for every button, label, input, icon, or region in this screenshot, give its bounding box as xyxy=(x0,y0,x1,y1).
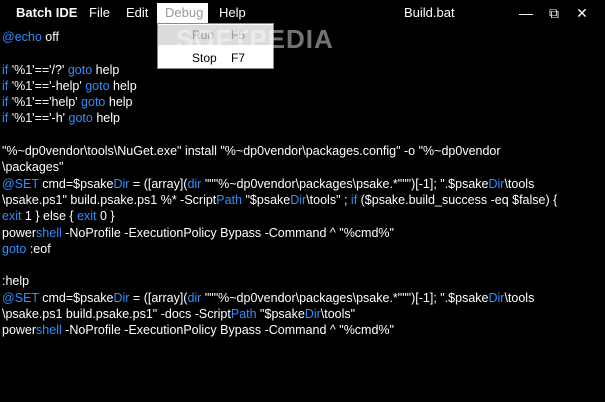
code-line: "%~dp0vendor\tools\NuGet.exe" install "%… xyxy=(2,143,602,159)
code-token: off xyxy=(41,30,59,44)
menu-item-stop[interactable]: Stop F7 xyxy=(158,48,273,68)
code-keyword: exit xyxy=(2,209,22,224)
code-token: 0 } xyxy=(96,209,115,224)
restore-icon: ⧉ xyxy=(549,5,559,21)
code-token: "%~dp0vendor\tools\NuGet.exe" install "%… xyxy=(2,144,501,159)
menu-debug[interactable]: Debug xyxy=(157,3,208,23)
code-line: @SET cmd=$psakeDir = ([array](dir """%~d… xyxy=(2,290,602,306)
menu-item-run-shortcut: F5 xyxy=(231,28,246,42)
code-line: if '%1'=='/?' goto help xyxy=(2,62,602,78)
code-line: \psake.ps1" build.psake.ps1 %* -ScriptPa… xyxy=(2,192,602,208)
code-line: if '%1'=='-help' goto help xyxy=(2,78,602,94)
code-keyword: goto xyxy=(81,95,106,110)
code-token: power xyxy=(2,225,37,240)
code-token: """%~dp0vendor\packages\psake.*""")[-1];… xyxy=(201,290,489,305)
code-keyword: Dir xyxy=(488,176,505,191)
code-keyword: goto xyxy=(68,111,93,126)
code-keyword: dir xyxy=(187,176,202,191)
code-keyword: shell xyxy=(36,225,62,240)
code-keyword: Dir xyxy=(290,192,307,207)
code-keyword: dir xyxy=(187,290,202,305)
code-token: help xyxy=(92,62,120,77)
code-line: goto :eof xyxy=(2,241,602,257)
code-token: -NoProfile -ExecutionPolicy Bypass -Comm… xyxy=(61,323,394,338)
code-token: \tools xyxy=(504,290,535,305)
code-token: power xyxy=(2,323,37,338)
code-token: '%1'=='-h' xyxy=(8,111,69,126)
code-token: \packages" xyxy=(2,160,64,175)
code-token: """%~dp0vendor\packages\psake.*""")[-1];… xyxy=(201,176,489,191)
code-token: \tools xyxy=(504,176,535,191)
code-keyword: shell xyxy=(36,323,62,338)
code-line: \packages" xyxy=(2,159,602,175)
menu-item-run-label: Run xyxy=(192,28,215,42)
code-token: \tools" ; xyxy=(306,192,351,207)
code-keyword: goto xyxy=(2,241,27,256)
code-keyword: Dir xyxy=(488,290,505,305)
code-keyword: Dir xyxy=(113,176,130,191)
code-token: help xyxy=(92,111,120,126)
code-line: if '%1'=='help' goto help xyxy=(2,94,602,110)
close-icon: ✕ xyxy=(576,5,588,21)
code-keyword: Path xyxy=(216,192,242,207)
menu-item-stop-label: Stop xyxy=(192,51,217,65)
code-keyword: exit xyxy=(77,209,97,224)
code-keyword: Dir xyxy=(304,307,321,322)
menu-item-stop-shortcut: F7 xyxy=(231,51,246,65)
app-name: Batch IDE xyxy=(16,5,78,20)
code-keyword: @SET xyxy=(2,290,39,305)
menu-file[interactable]: File xyxy=(89,5,110,20)
code-token: \psake.ps1 build.psake.ps1" -docs -Scrip… xyxy=(2,307,231,322)
code-token: help xyxy=(105,95,133,110)
code-token: "$psake xyxy=(242,192,291,207)
code-token: -NoProfile -ExecutionPolicy Bypass -Comm… xyxy=(61,225,394,240)
code-token: = ([array]( xyxy=(129,176,188,191)
menu-item-run[interactable]: Run F5 xyxy=(158,25,273,45)
code-line: powershell -NoProfile -ExecutionPolicy B… xyxy=(2,322,602,338)
code-line: :help xyxy=(2,273,602,289)
code-line: @SET cmd=$psakeDir = ([array](dir """%~d… xyxy=(2,176,602,192)
code-line: @echo off xyxy=(2,29,602,45)
code-text[interactable]: @echo off if '%1'=='/?' goto help if '%1'… xyxy=(2,29,602,339)
code-line: exit 1 } else { exit 0 } xyxy=(2,208,602,224)
file-title: Build.bat xyxy=(404,5,455,20)
debug-dropdown-menu: Run F5 Stop F7 xyxy=(157,23,274,69)
code-token: \psake.ps1" build.psake.ps1 %* -Script xyxy=(2,192,217,207)
menu-edit[interactable]: Edit xyxy=(126,5,148,20)
minimize-icon: — xyxy=(519,5,533,21)
maximize-button[interactable]: ⧉ xyxy=(543,3,565,23)
code-keyword: Dir xyxy=(113,290,130,305)
code-keyword: goto xyxy=(85,78,110,93)
minimize-button[interactable]: — xyxy=(515,3,537,23)
code-token: '%1'=='-help' xyxy=(8,78,86,93)
code-token: help xyxy=(109,78,137,93)
code-line: \psake.ps1 build.psake.ps1" -docs -Scrip… xyxy=(2,306,602,322)
code-keyword: @SET xyxy=(2,176,39,191)
code-keyword: @echo xyxy=(2,30,42,44)
close-button[interactable]: ✕ xyxy=(571,3,593,23)
code-token: ($psake.build_success -eq $false) { xyxy=(357,192,558,207)
code-line: if '%1'=='-h' goto help xyxy=(2,110,602,126)
menu-help[interactable]: Help xyxy=(219,5,246,20)
code-token: cmd=$psake xyxy=(38,176,114,191)
title-bar: Batch IDE File Edit Debug Help Build.bat… xyxy=(0,0,605,25)
code-token: 1 } else { xyxy=(21,209,78,224)
code-token: cmd=$psake xyxy=(38,290,114,305)
code-token: '%1'=='/?' xyxy=(8,62,68,77)
code-keyword: goto xyxy=(67,62,93,77)
code-editor[interactable]: @echo off if '%1'=='/?' goto help if '%1'… xyxy=(0,25,605,402)
code-token: :eof xyxy=(26,241,51,256)
code-token: '%1'=='help' xyxy=(8,95,82,110)
code-token: = ([array]( xyxy=(129,290,188,305)
code-line: powershell -NoProfile -ExecutionPolicy B… xyxy=(2,225,602,241)
code-token: :help xyxy=(2,274,30,289)
code-token: "$psake xyxy=(256,307,305,322)
code-keyword: Path xyxy=(230,307,257,322)
code-token: \tools" xyxy=(320,307,356,322)
